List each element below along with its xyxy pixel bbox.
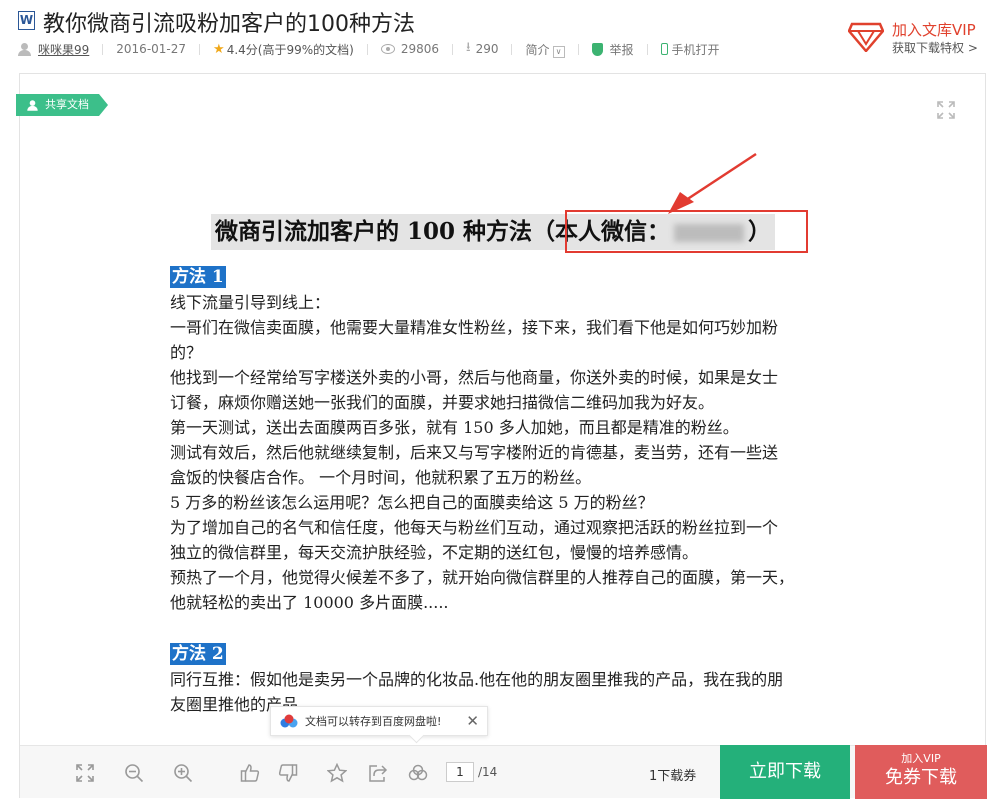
document-viewer: 共享文档 微商引流加客户的 100 种方法（本人微信：） 方法 1 线下流量引导… [16,73,987,799]
text-line: 他找到一个经常给写字楼送外卖的小哥，然后与他商量，你送外卖的时候，如果是女士 [170,368,779,387]
thumbs-down-icon[interactable] [278,763,298,783]
page-number-input[interactable]: 1 [446,762,474,782]
text-line: 同行互推：假如他是卖另一个品牌的化妆品.他在他的朋友圈里推我的产品，我在我的朋 [170,670,784,689]
baidu-pan-toast: 文档可以转存到百度网盘啦! ✕ [270,706,488,736]
text-line: 5 万多的粉丝该怎么运用呢？怎么把自己的面膜卖给这 5 万的粉丝？ [170,493,654,512]
text-line: 预热了一个月，他觉得火候差不多了，就开始向微信群里的人推荐自己的面膜，第一天， [170,568,795,587]
fit-screen-icon[interactable] [75,763,95,783]
intro-label: 简介 [525,42,550,57]
diamond-icon [848,22,884,52]
bottom-toolbar: 1 /14 1下载券 立即下载 加入VIP 免券下载 [20,745,987,799]
star-favorite-icon[interactable] [327,763,347,783]
zoom-in-icon[interactable] [173,763,193,783]
author-link[interactable]: 咪咪果99 [38,41,89,58]
thumbs-up-icon[interactable] [240,763,260,783]
text-line: 线下流量引导到线上： [170,293,331,312]
doc-header: W 教你微商引流吸粉加客户的100种方法 咪咪果99 2016-01-27 ★ … [0,0,991,66]
text-line: 他就轻松的卖出了 10000 多片面膜..... [170,593,449,612]
text-line: 订餐，麻烦你赠送她一张我们的面膜，并要求她扫描微信二维码加我为好友。 [170,393,715,412]
text-line: 盒饭的快餐店合作。 一个月时间，他就积累了五万的粉丝。 [170,468,592,487]
doc-title: 教你微商引流吸粉加客户的100种方法 [43,12,415,37]
rating-score: 4.4分 [226,42,258,57]
fullscreen-icon[interactable] [937,101,955,119]
zoom-out-icon[interactable] [124,763,144,783]
share-tag-label: 共享文档 [45,98,89,111]
intro-dropdown[interactable]: 简介 ∨ [525,41,565,58]
method-1-label: 方法 1 [170,266,226,288]
star-icon: ★ [213,41,225,57]
vip-free-download-button[interactable]: 加入VIP 免券下载 [855,745,987,799]
download-count-icon: ⭳ [466,40,471,55]
heading-main: 微商引流加客户的 100 种方法 [215,218,533,245]
vip-subtitle: 获取下载特权 > [892,41,978,55]
chevron-down-icon: ∨ [552,45,565,58]
page-total: /14 [478,765,498,779]
download-count: 290 [475,42,499,56]
text-line: 第一天测试，送出去面膜两百多张，就有 150 多人加她，而且都是精准的粉丝。 [170,418,739,437]
share-tag: 共享文档 [16,94,108,116]
rating-note: (高于99%的文档) [257,42,354,57]
doc-meta: 咪咪果99 2016-01-27 ★ 4.4分 (高于99%的文档) 29806… [18,40,720,58]
view-count: 29806 [400,42,440,56]
baidu-pan-save-icon[interactable] [408,763,428,783]
share-icon[interactable] [368,763,388,783]
word-doc-icon: W [18,11,35,30]
mobile-open-link[interactable]: 手机打开 [672,41,720,58]
phone-icon [660,43,668,55]
vip-dl-line1: 加入VIP [901,752,941,765]
baidu-cloud-icon [280,714,298,728]
eye-icon [380,44,395,54]
text-line: 的？ [170,343,203,362]
text-line: 独立的微信群里，每天交流护肤经验，不定期的送红包，慢慢的培养感情。 [170,543,699,562]
toast-message: 文档可以转存到百度网盘啦! [305,715,442,728]
report-link[interactable]: 举报 [610,41,634,58]
download-coupon-cost: 1下载券 [649,769,697,784]
vip-dl-line2: 免券下载 [885,767,957,788]
text-line: 一哥们在微信卖面膜，他需要大量精准女性粉丝，接下来，我们看下他是如何巧妙加粉 [170,318,779,337]
download-now-button[interactable]: 立即下载 [720,745,850,799]
join-vip-banner[interactable]: 加入文库VIP 获取下载特权 > [841,18,991,58]
method-1-text: 线下流量引导到线上： 一哥们在微信卖面膜，他需要大量精准女性粉丝，接下来，我们看下… [170,290,840,615]
text-line: 为了增加自己的名气和信任度，他每天与粉丝们互动，通过观察把活跃的粉丝拉到一个 [170,518,779,537]
user-icon [27,99,38,111]
close-icon[interactable]: ✕ [466,713,479,729]
method-2-label: 方法 2 [170,643,226,665]
user-icon [18,42,31,56]
vip-title: 加入文库VIP [892,21,976,39]
text-line: 测试有效后，然后他就继续复制，后来又与写字楼附近的肯德基，麦当劳，还有一些送 [170,443,779,462]
upload-date: 2016-01-27 [116,42,187,56]
red-arrow-annotation [668,152,757,214]
shield-icon [591,42,603,56]
